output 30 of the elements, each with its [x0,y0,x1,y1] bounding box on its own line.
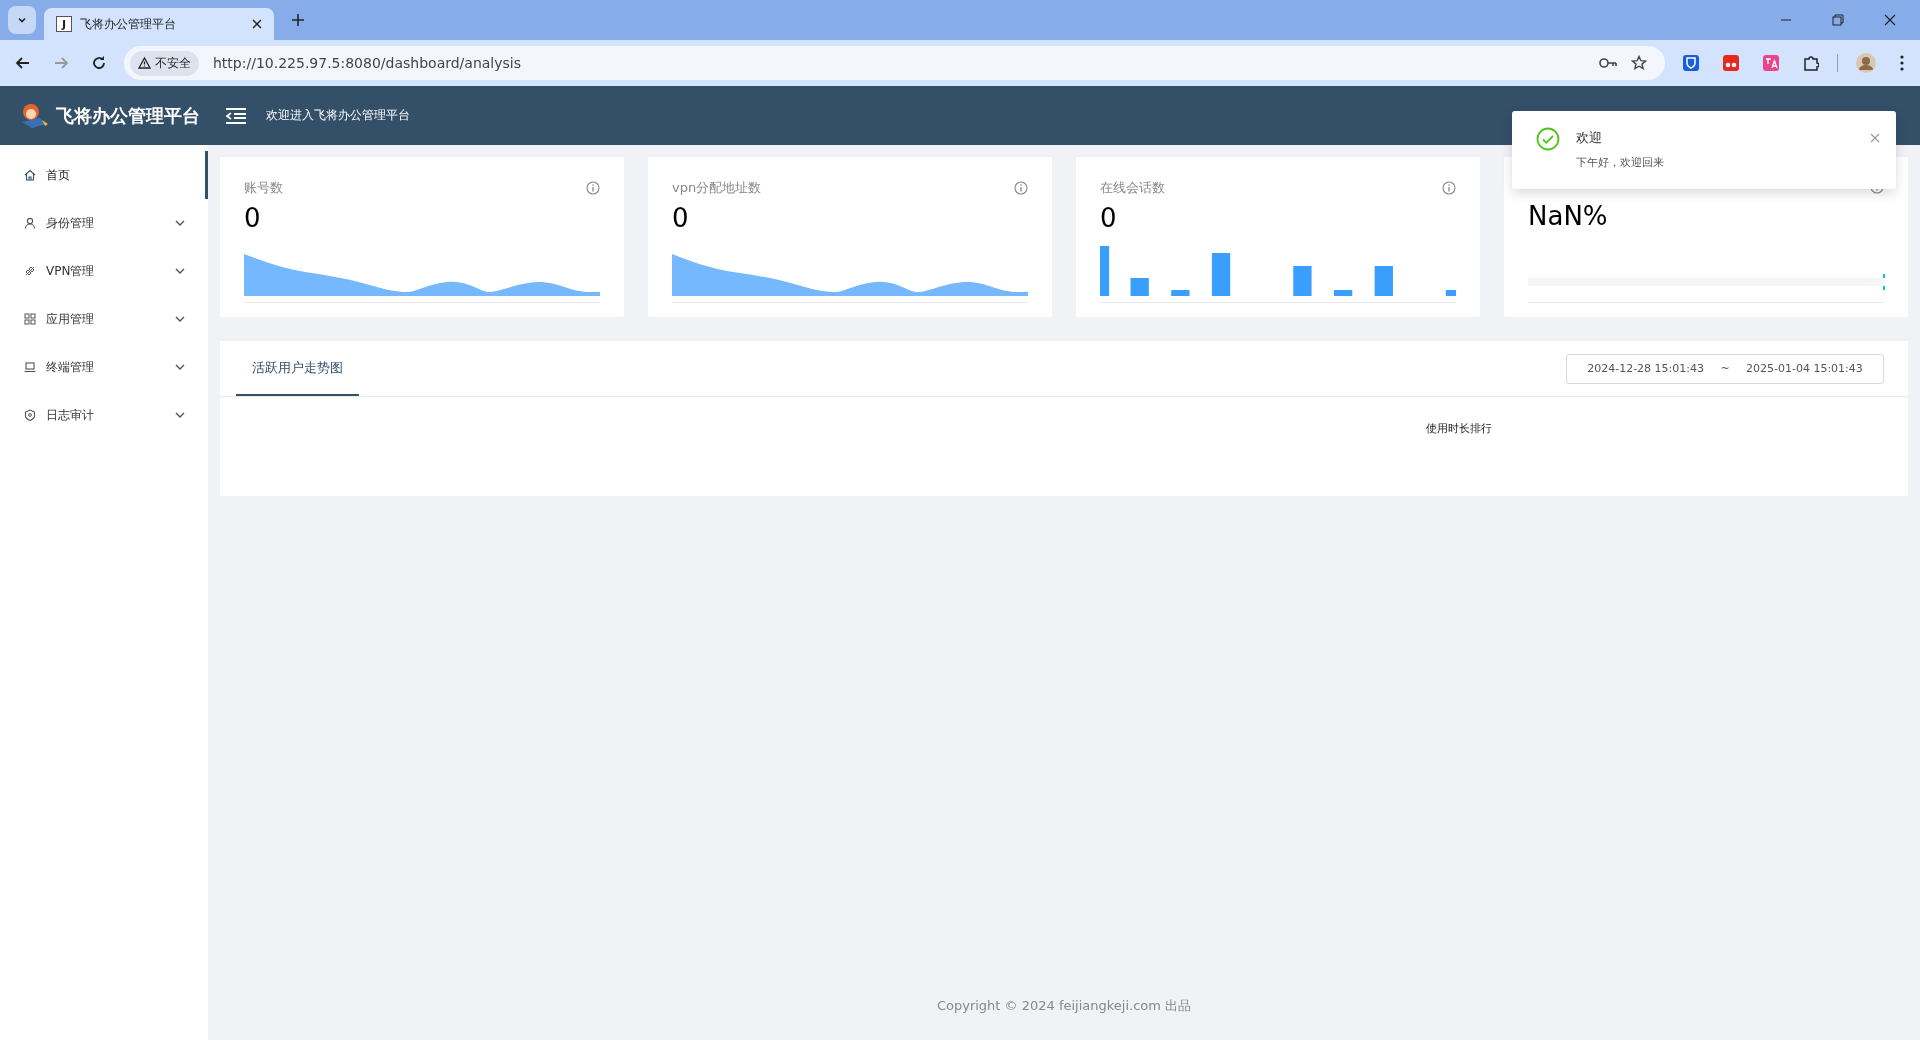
start-date: 2024-12-28 15:01:43 [1587,362,1704,375]
ranking-title: 使用时长排行 [1426,421,1492,436]
menu-item[interactable]: 首页 [0,151,208,199]
card-value: 0 [1100,202,1118,235]
browser-tab[interactable]: J 飞将办公管理平台 [44,8,274,40]
menu-item[interactable]: VPN管理 [0,247,208,295]
copyright-text: Copyright © 2024 feijiangkeji.com 出品 [935,997,1193,1015]
notification-message: 下午好，欢迎回来 [1576,155,1665,170]
menu-item[interactable]: 终端管理 [0,343,208,391]
address-bar[interactable]: 不安全 http://10.225.97.5:8080/dashboard/analysis [124,46,1665,80]
tab-title: 飞将办公管理平台 [80,15,177,33]
card-title: 在线会话数 [1100,179,1165,197]
card-title: 账号数 [244,179,283,197]
range-separator: ~ [1720,362,1730,375]
app-title: 飞将办公管理平台 [56,103,200,128]
card-title: vpn分配地址数 [672,179,762,197]
card-value: NaN% [1528,200,1609,233]
menu-item[interactable]: 应用管理 [0,295,208,343]
security-chip[interactable]: 不安全 [130,50,199,76]
favicon: J [56,16,72,32]
notification-title: 欢迎 [1576,129,1603,147]
date-range-picker[interactable]: 2024-12-28 15:01:43 ~ 2025-01-04 15:01:43 [1566,353,1884,384]
panel-tab[interactable]: 活跃用户走势图 [236,341,359,396]
url-text: http://10.225.97.5:8080/dashboard/analysis [213,55,522,71]
card-value: 0 [244,202,262,235]
menu-item[interactable]: 身份管理 [0,199,208,247]
welcome-text: 欢迎进入飞将办公管理平台 [266,107,410,124]
card-value: 0 [672,202,690,235]
menu-item[interactable]: 日志审计 [0,391,208,439]
end-date: 2025-01-04 15:01:43 [1746,362,1863,375]
